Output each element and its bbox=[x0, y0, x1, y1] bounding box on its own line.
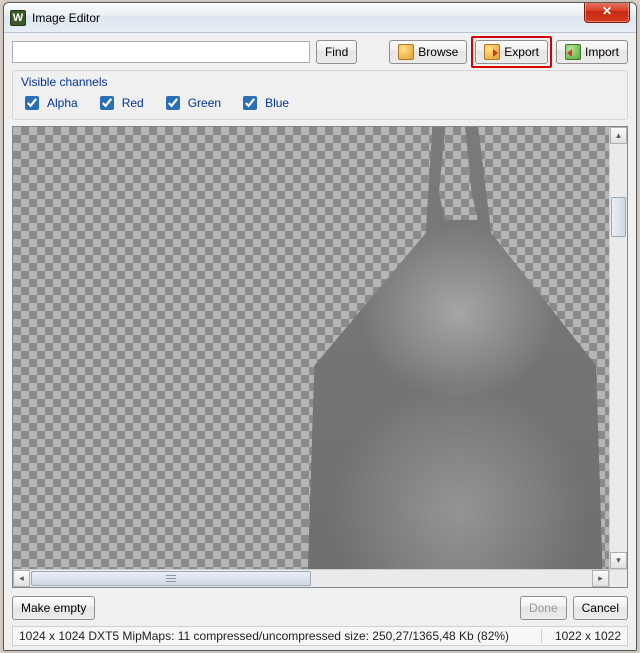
app-icon: W bbox=[10, 10, 26, 26]
texture-preview bbox=[295, 127, 609, 569]
checkbox-alpha-label: Alpha bbox=[47, 96, 78, 110]
checkbox-alpha[interactable]: Alpha bbox=[21, 93, 78, 113]
make-empty-button[interactable]: Make empty bbox=[12, 596, 95, 620]
channels-group-title: Visible channels bbox=[21, 75, 619, 89]
cancel-button[interactable]: Cancel bbox=[573, 596, 628, 620]
checkbox-green-label: Green bbox=[188, 96, 221, 110]
image-canvas[interactable] bbox=[13, 127, 609, 569]
status-bar: 1024 x 1024 DXT5 MipMaps: 11 compressed/… bbox=[12, 626, 628, 646]
done-button: Done bbox=[520, 596, 567, 620]
vscroll-thumb[interactable] bbox=[611, 197, 626, 237]
export-icon bbox=[484, 44, 500, 60]
browse-button-label: Browse bbox=[418, 45, 458, 59]
visible-channels-group: Visible channels Alpha Red Green Blue bbox=[12, 70, 628, 120]
cancel-label: Cancel bbox=[582, 601, 619, 615]
scroll-left-button[interactable]: ◂ bbox=[13, 570, 30, 587]
scroll-corner bbox=[609, 569, 627, 587]
scroll-up-button[interactable]: ▴ bbox=[610, 127, 627, 144]
checkbox-blue[interactable]: Blue bbox=[239, 93, 289, 113]
import-button[interactable]: Import bbox=[556, 40, 628, 64]
import-button-label: Import bbox=[585, 45, 619, 59]
checkbox-red-label: Red bbox=[122, 96, 144, 110]
status-text: 1024 x 1024 DXT5 MipMaps: 11 compressed/… bbox=[19, 629, 535, 643]
export-button[interactable]: Export bbox=[475, 40, 548, 64]
scroll-right-button[interactable]: ▸ bbox=[592, 570, 609, 587]
checkbox-red-input[interactable] bbox=[100, 96, 114, 110]
export-button-label: Export bbox=[504, 45, 539, 59]
checkbox-alpha-input[interactable] bbox=[25, 96, 39, 110]
export-highlight: Export bbox=[471, 36, 552, 68]
client-area: Find Browse Export Import Visible channe… bbox=[4, 33, 636, 650]
image-editor-window: W Image Editor ✕ Find Browse Export bbox=[3, 2, 637, 651]
vertical-scrollbar[interactable]: ▴ ▾ bbox=[609, 127, 627, 569]
checkbox-blue-label: Blue bbox=[265, 96, 289, 110]
hscroll-thumb[interactable] bbox=[31, 571, 311, 586]
channels-checks: Alpha Red Green Blue bbox=[21, 93, 619, 113]
checkbox-red[interactable]: Red bbox=[96, 93, 144, 113]
window-title: Image Editor bbox=[32, 11, 100, 25]
done-label: Done bbox=[529, 601, 558, 615]
folder-icon bbox=[398, 44, 414, 60]
status-dimensions: 1022 x 1022 bbox=[541, 629, 621, 643]
find-button-label: Find bbox=[325, 45, 348, 59]
find-button[interactable]: Find bbox=[316, 40, 357, 64]
image-viewport: ▴ ▾ ◂ ▸ bbox=[12, 126, 628, 588]
checkbox-green[interactable]: Green bbox=[162, 93, 221, 113]
path-input[interactable] bbox=[12, 41, 310, 63]
toolbar-row: Find Browse Export Import bbox=[12, 40, 628, 64]
checkbox-green-input[interactable] bbox=[166, 96, 180, 110]
import-icon bbox=[565, 44, 581, 60]
close-button[interactable]: ✕ bbox=[584, 2, 630, 23]
horizontal-scrollbar[interactable]: ◂ ▸ bbox=[13, 569, 609, 587]
scroll-down-button[interactable]: ▾ bbox=[610, 552, 627, 569]
make-empty-label: Make empty bbox=[21, 601, 86, 615]
checkbox-blue-input[interactable] bbox=[243, 96, 257, 110]
close-icon: ✕ bbox=[602, 4, 612, 18]
browse-button[interactable]: Browse bbox=[389, 40, 467, 64]
footer-buttons: Make empty Done Cancel bbox=[12, 592, 628, 620]
titlebar[interactable]: W Image Editor ✕ bbox=[4, 3, 636, 33]
